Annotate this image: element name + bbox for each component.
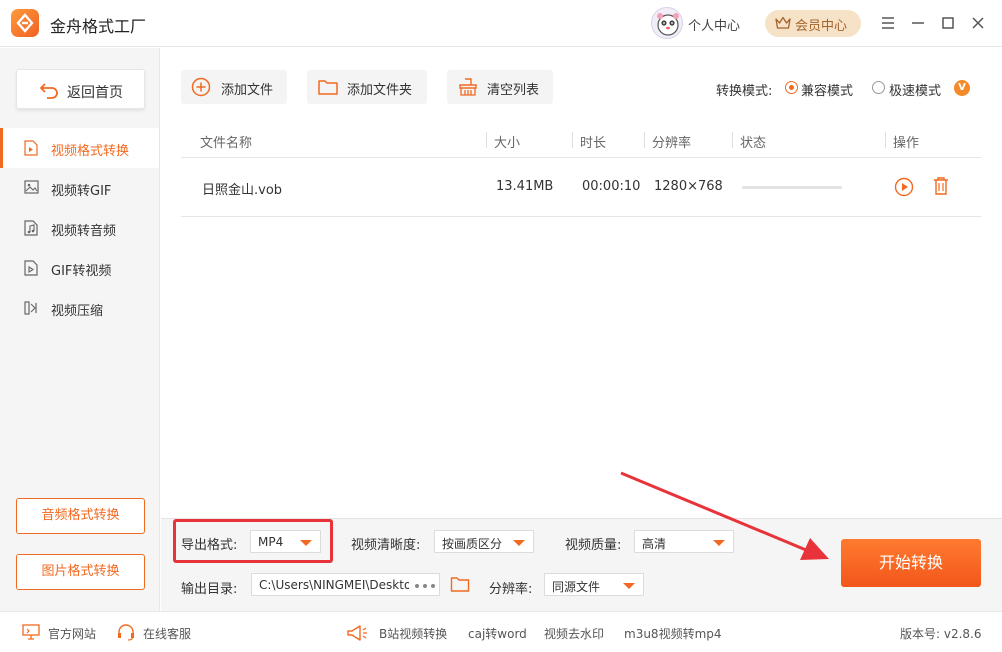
highlight-annotation-box — [173, 519, 333, 563]
back-home-button[interactable]: 返回首页 — [16, 69, 145, 109]
quality-value: 高清 — [642, 537, 667, 551]
vip-center-label: 会员中心 — [795, 19, 848, 34]
trash-icon[interactable] — [932, 176, 950, 196]
footer-link-bilibili[interactable]: B站视频转换 — [379, 625, 447, 642]
fast-mode-radio[interactable] — [872, 81, 885, 94]
folder-icon — [318, 80, 338, 95]
file-table-header: 文件名称 大小 时长 分辨率 状态 操作 — [181, 122, 981, 158]
resolution-label: 分辨率: — [489, 582, 533, 597]
file-size: 13.41MB — [496, 179, 554, 194]
start-convert-button[interactable]: 开始转换 — [841, 539, 981, 587]
column-header: 分辨率 — [652, 136, 692, 151]
vip-badge-icon: V — [954, 80, 970, 96]
sidebar-item-label: 视频转GIF — [51, 184, 112, 199]
sidebar-item-gif-to-video[interactable]: GIF转视频 — [0, 248, 159, 288]
chevron-down-icon — [623, 583, 635, 589]
clarity-value: 按画质区分 — [442, 537, 503, 551]
sidebar-item-label: 视频格式转换 — [51, 144, 130, 159]
play-file-icon — [24, 260, 38, 276]
title-bar: 金舟格式工厂 个人中心 会员中心 — [0, 0, 1002, 47]
personal-center-link[interactable]: 个人中心 — [688, 15, 740, 34]
music-file-icon — [24, 220, 38, 236]
footer-bar: 官方网站 在线客服 B站视频转换 caj转word 视频去水印 m3u8视频转m… — [0, 611, 1002, 652]
sidebar-item-label: 视频压缩 — [51, 304, 104, 319]
video-file-icon — [24, 140, 38, 156]
sidebar-item-video-compress[interactable]: 视频压缩 — [0, 288, 159, 328]
chevron-down-icon — [713, 540, 725, 546]
column-separator — [885, 132, 886, 148]
sidebar-item-video-to-gif[interactable]: 视频转GIF — [0, 168, 159, 208]
add-file-button[interactable]: 添加文件 — [181, 70, 287, 104]
add-file-label: 添加文件 — [221, 83, 274, 98]
column-header: 大小 — [494, 136, 521, 151]
chevron-down-icon — [513, 540, 525, 546]
crown-icon — [775, 16, 791, 29]
play-icon[interactable] — [894, 177, 914, 197]
plus-circle-icon — [191, 77, 211, 97]
column-header: 操作 — [893, 136, 920, 151]
add-folder-button[interactable]: 添加文件夹 — [307, 70, 427, 104]
clear-list-button[interactable]: 清空列表 — [447, 70, 553, 104]
column-separator — [486, 132, 487, 148]
vip-center-button[interactable]: 会员中心 — [765, 10, 861, 37]
broom-icon — [459, 78, 477, 96]
sidebar-item-label: 视频转音频 — [51, 224, 117, 239]
sidebar-item-label: GIF转视频 — [51, 264, 112, 279]
app-title: 金舟格式工厂 — [50, 17, 147, 36]
app-logo-icon — [11, 9, 39, 37]
column-header: 文件名称 — [200, 136, 253, 151]
megaphone-icon — [347, 625, 367, 641]
footer-link-caj-word[interactable]: caj转word — [468, 625, 527, 642]
official-site-link[interactable]: 官方网站 — [48, 625, 96, 642]
folder-icon[interactable] — [450, 575, 470, 593]
conversion-progress-bar — [742, 186, 842, 189]
close-icon[interactable] — [969, 14, 987, 32]
online-service-link[interactable]: 在线客服 — [143, 625, 191, 642]
file-resolution: 1280×768 — [654, 179, 723, 194]
output-dir-value: C:\Users\NINGMEI\Desktop — [259, 578, 409, 592]
back-arrow-icon — [39, 83, 58, 99]
avatar[interactable] — [651, 7, 683, 39]
file-duration: 00:00:10 — [582, 179, 641, 194]
column-header: 时长 — [580, 136, 607, 151]
convert-mode-label: 转换模式: — [716, 84, 773, 99]
footer-link-watermark[interactable]: 视频去水印 — [544, 625, 604, 642]
version-label: 版本号: v2.8.6 — [900, 627, 982, 641]
output-dir-input[interactable]: C:\Users\NINGMEI\Desktop — [251, 573, 411, 596]
column-separator — [732, 132, 733, 148]
image-icon — [24, 180, 39, 194]
back-home-label: 返回首页 — [67, 85, 123, 101]
minimize-icon[interactable] — [909, 14, 927, 32]
resolution-value: 同源文件 — [552, 580, 601, 594]
maximize-icon[interactable] — [939, 14, 957, 32]
sidebar-item-video-to-audio[interactable]: 视频转音频 — [0, 208, 159, 248]
browse-dots-button[interactable] — [410, 573, 440, 596]
resolution-select[interactable]: 同源文件 — [544, 573, 644, 596]
monitor-icon — [22, 624, 40, 640]
audio-convert-button[interactable]: 音频格式转换 — [16, 498, 145, 534]
menu-icon[interactable] — [879, 14, 897, 32]
file-name: 日照金山.vob — [202, 183, 283, 198]
column-header: 状态 — [740, 136, 767, 151]
sidebar: 返回首页 视频格式转换 视频转GIF 视频转音频 GIF转视频 视频压缩 音频格… — [0, 48, 160, 611]
image-convert-button[interactable]: 图片格式转换 — [16, 554, 145, 590]
quality-label: 视频质量: — [565, 538, 622, 553]
clear-list-label: 清空列表 — [487, 83, 540, 98]
column-separator — [644, 132, 645, 148]
sidebar-item-video-convert[interactable]: 视频格式转换 — [0, 128, 159, 168]
column-separator — [572, 132, 573, 148]
fast-mode-label[interactable]: 极速模式 — [889, 80, 941, 99]
compatible-mode-label[interactable]: 兼容模式 — [801, 80, 853, 99]
clarity-select[interactable]: 按画质区分 — [434, 530, 534, 553]
table-row[interactable]: 日照金山.vob 13.41MB 00:00:10 1280×768 — [181, 159, 981, 217]
compress-icon — [24, 301, 37, 315]
clarity-label: 视频清晰度: — [351, 538, 421, 553]
compatible-mode-radio[interactable] — [785, 81, 798, 94]
footer-link-m3u8[interactable]: m3u8视频转mp4 — [624, 625, 722, 642]
output-dir-label: 输出目录: — [181, 582, 238, 597]
add-folder-label: 添加文件夹 — [347, 83, 413, 98]
headset-icon — [118, 624, 134, 641]
quality-select[interactable]: 高清 — [634, 530, 734, 553]
